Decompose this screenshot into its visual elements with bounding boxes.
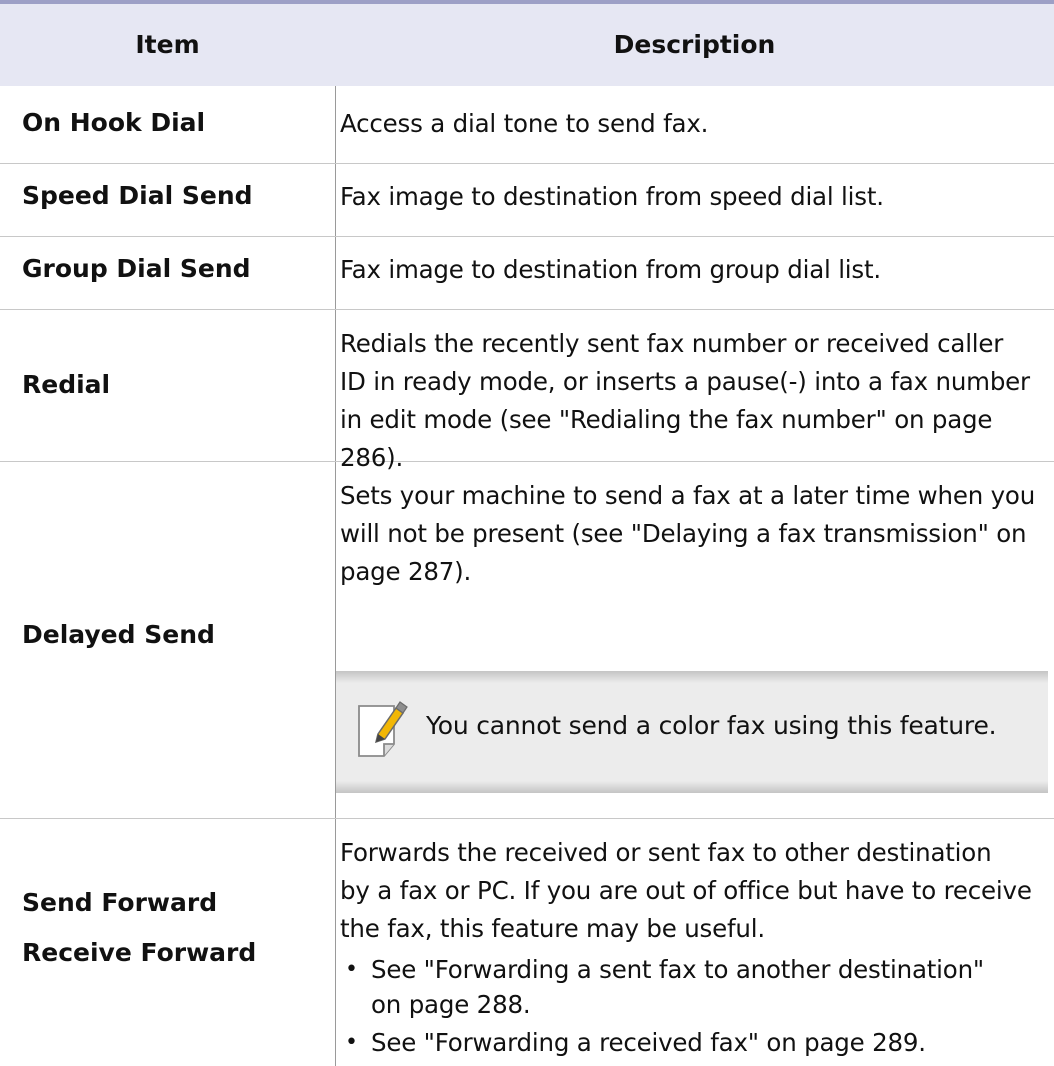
row-item-redial: Redial: [22, 370, 111, 399]
feature-table: Item Description On Hook Dial Access a d…: [0, 0, 1054, 1066]
row-item-group-dial-send: Group Dial Send: [22, 254, 251, 283]
row-description: will not be present (see "Delaying a fax…: [340, 519, 1027, 548]
row-description: by a fax or PC. If you are out of office…: [340, 876, 1032, 905]
row-description: Sets your machine to send a fax at a lat…: [340, 481, 1036, 510]
note-pencil-icon: [358, 701, 408, 757]
row-description: Fax image to destination from group dial…: [340, 255, 881, 284]
header-description: Description: [613, 30, 776, 59]
row-description: 286).: [340, 443, 404, 472]
row-description: ID in ready mode, or inserts a pause(-) …: [340, 367, 1030, 396]
row-item-delayed-send: Delayed Send: [22, 620, 215, 649]
bullet-text: on page 288.: [371, 990, 531, 1019]
row-description: page 287).: [340, 557, 472, 586]
row-item-send-forward: Send Forward: [22, 888, 218, 917]
row-separator: [0, 309, 1054, 310]
row-separator: [0, 163, 1054, 164]
row-description: Fax image to destination from speed dial…: [340, 182, 884, 211]
column-divider: [335, 86, 336, 1066]
bullet-text: See "Forwarding a sent fax to another de…: [371, 955, 984, 984]
row-description: Access a dial tone to send fax.: [340, 109, 709, 138]
row-description: in edit mode (see "Redialing the fax num…: [340, 405, 993, 434]
table-header: Item Description: [0, 4, 1054, 86]
bullet-text: See "Forwarding a received fax" on page …: [371, 1028, 926, 1057]
row-item-receive-forward: Receive Forward: [22, 938, 257, 967]
row-item-on-hook-dial: On Hook Dial: [22, 108, 206, 137]
row-description: Forwards the received or sent fax to oth…: [340, 838, 992, 867]
row-description: Redials the recently sent fax number or …: [340, 329, 1004, 358]
bullet-marker: •: [345, 957, 358, 982]
bullet-marker: •: [345, 1030, 358, 1055]
note-box: You cannot send a color fax using this f…: [336, 671, 1048, 793]
row-description: the fax, this feature may be useful.: [340, 914, 765, 943]
note-text: You cannot send a color fax using this f…: [426, 711, 997, 740]
header-item: Item: [135, 30, 200, 59]
row-separator: [0, 818, 1054, 819]
row-item-speed-dial-send: Speed Dial Send: [22, 181, 253, 210]
row-separator: [0, 236, 1054, 237]
